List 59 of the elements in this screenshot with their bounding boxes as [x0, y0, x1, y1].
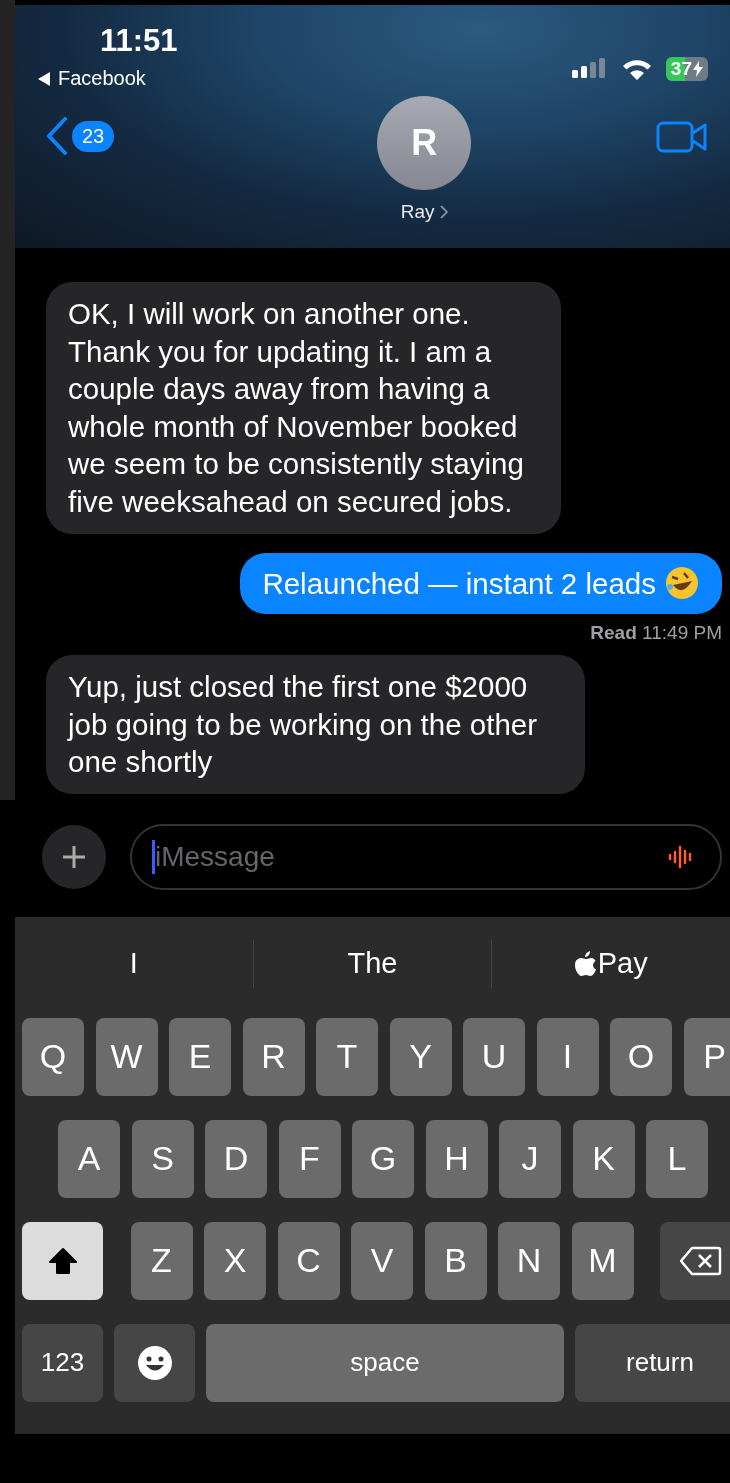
wifi-icon: [621, 57, 652, 80]
emoji-key[interactable]: [114, 1323, 195, 1402]
letter-key[interactable]: N: [498, 1221, 560, 1300]
letter-key[interactable]: U: [463, 1017, 525, 1096]
contact-avatar[interactable]: R: [377, 96, 472, 190]
letter-key[interactable]: E: [169, 1017, 231, 1096]
battery-indicator: 37: [665, 56, 708, 81]
backspace-key[interactable]: [660, 1221, 730, 1300]
back-triangle-icon: [38, 71, 50, 86]
laughing-emoji-icon: [664, 565, 700, 602]
suggestion[interactable]: I: [15, 947, 253, 981]
letter-key[interactable]: W: [95, 1017, 158, 1096]
apple-icon: [574, 950, 597, 977]
letter-key[interactable]: Q: [22, 1017, 84, 1096]
message-input-field[interactable]: iMessage: [155, 840, 668, 873]
letter-key[interactable]: S: [131, 1119, 194, 1198]
letter-key[interactable]: R: [242, 1017, 305, 1096]
suggestion[interactable]: The: [253, 947, 492, 981]
space-key[interactable]: space: [206, 1323, 564, 1402]
letter-key[interactable]: F: [278, 1119, 341, 1198]
letter-key[interactable]: J: [499, 1119, 561, 1198]
message-field[interactable]: iMessage: [130, 823, 722, 890]
clock-time: 11:51: [100, 23, 178, 59]
letter-key[interactable]: Z: [130, 1221, 193, 1300]
sent-message: Relaunched — instant 2 leads: [240, 552, 722, 615]
chevron-left-icon: [46, 117, 68, 155]
letter-key[interactable]: P: [683, 1017, 730, 1096]
shift-key[interactable]: [22, 1221, 103, 1300]
suggestion[interactable]: Pay: [492, 947, 730, 981]
signal-icon: [571, 57, 608, 80]
letter-key[interactable]: T: [316, 1017, 378, 1096]
read-receipt: Read 11:49 PM: [590, 622, 722, 645]
letter-key[interactable]: L: [646, 1119, 708, 1198]
letter-key[interactable]: O: [610, 1017, 672, 1096]
backspace-icon: [679, 1245, 722, 1276]
letter-key[interactable]: V: [351, 1221, 413, 1300]
numbers-key[interactable]: 123: [22, 1323, 103, 1402]
voice-waveform-icon[interactable]: [668, 843, 694, 870]
letter-key[interactable]: C: [277, 1221, 340, 1300]
chevron-right-icon: [439, 205, 448, 219]
letter-key[interactable]: I: [536, 1017, 599, 1096]
letter-key[interactable]: X: [204, 1221, 266, 1300]
letter-key[interactable]: M: [571, 1221, 634, 1300]
smiley-icon: [135, 1343, 174, 1382]
plus-icon: [61, 843, 87, 870]
return-key[interactable]: return: [575, 1323, 730, 1402]
letter-key[interactable]: B: [424, 1221, 487, 1300]
letter-key[interactable]: D: [205, 1119, 267, 1198]
letter-key[interactable]: A: [58, 1119, 120, 1198]
contact-name-link[interactable]: Ray: [400, 201, 448, 223]
letter-key[interactable]: G: [352, 1119, 414, 1198]
received-message: Yup, just closed the first one $2000 job going to be working on the other one shortly: [46, 655, 585, 794]
video-call-icon[interactable]: [656, 121, 708, 153]
letter-key[interactable]: Y: [389, 1017, 452, 1096]
shift-arrow-icon: [47, 1245, 78, 1276]
letter-key[interactable]: K: [572, 1119, 635, 1198]
back-to-app-link[interactable]: Facebook: [38, 67, 146, 90]
received-message: OK, I will work on another one. Thank you for updating it. I am a couple days away from having a whole month of November booked we seem to be consistently staying five weeksahead on secured jobs.: [46, 282, 561, 534]
letter-key[interactable]: H: [425, 1119, 488, 1198]
